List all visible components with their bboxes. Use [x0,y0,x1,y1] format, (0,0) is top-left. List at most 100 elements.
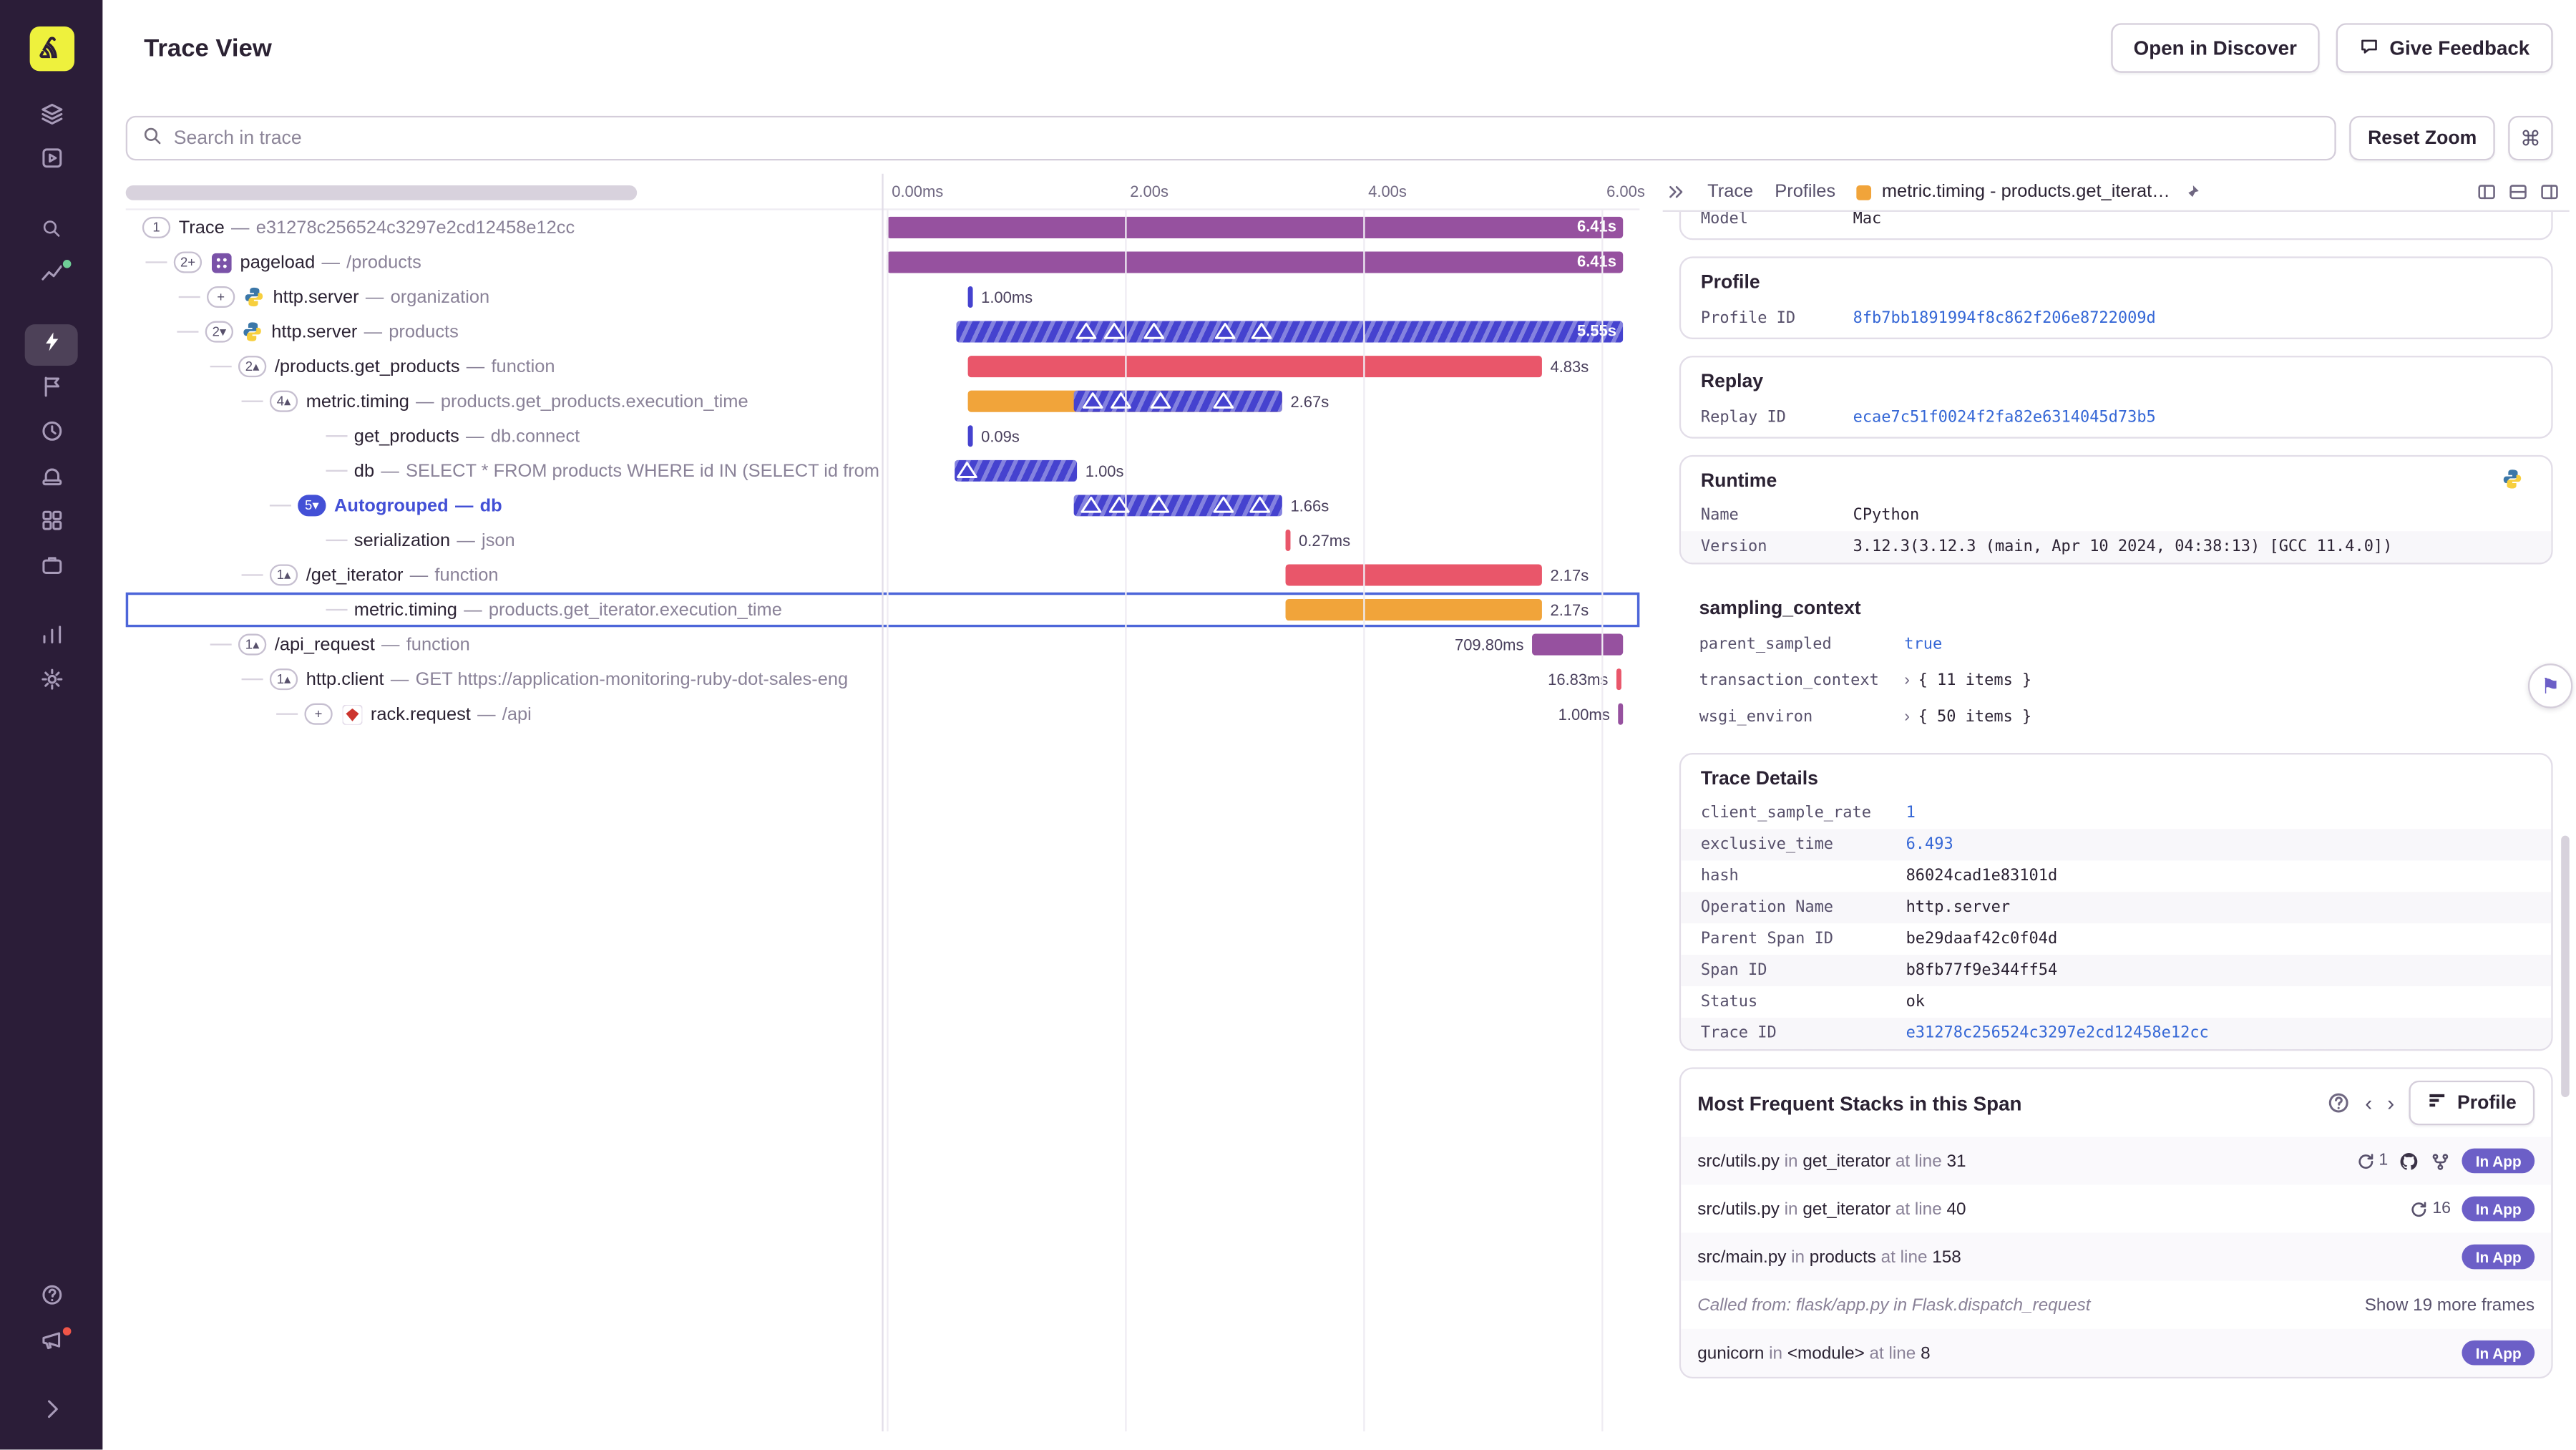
tab-active-span-detail[interactable]: metric.timing - products.get_iterat… [1857,182,2200,202]
performance-issue-icon[interactable] [1075,321,1097,341]
span-duration-bar[interactable] [1532,633,1624,656]
row-expand-badge[interactable]: + [207,286,235,308]
tab-profiles[interactable]: Profiles [1775,182,1835,202]
performance-issue-icon[interactable] [1103,321,1125,341]
span-duration-bar[interactable] [1285,564,1542,586]
show-more-frames-link[interactable]: Show 19 more frames [2365,1295,2535,1315]
performance-issue-icon[interactable] [1150,391,1171,411]
layout-left-icon[interactable] [2477,182,2497,202]
row-expand-badge[interactable]: 1 [142,216,171,238]
kv-value-link[interactable]: 8fb7bb1891994f8c862f206e8722009d [1853,308,2156,331]
sidebar-item-settings[interactable] [25,662,78,704]
row-expand-badge[interactable]: 4▴ [269,390,298,412]
layout-right-icon[interactable] [2540,182,2560,202]
performance-issue-icon[interactable] [1213,495,1234,515]
feedback-flag-button[interactable]: ⚑ [2527,663,2573,709]
kv-value-link[interactable]: ecae7c51f0024f2fa82e6314045d73b5 [1853,407,2156,430]
sentry-logo[interactable] [29,26,74,72]
in-app-badge[interactable]: In App [2462,1196,2535,1222]
stacks-next-button[interactable]: › [2387,1092,2394,1114]
notification-dot [61,258,73,270]
performance-issue-icon[interactable] [1082,391,1103,411]
sidebar-item-metrics[interactable] [25,617,78,658]
expand-chevron-icon[interactable]: › [1904,670,1910,693]
span-op: http.server [271,321,358,342]
shortcut-button[interactable]: ⌘ [2508,115,2553,161]
stacks-prev-button[interactable]: ‹ [2365,1092,2372,1114]
kv-key: parent_sampled [1699,635,1832,654]
performance-issue-icon[interactable] [1214,321,1236,341]
sidebar-item-alerts[interactable] [25,458,78,500]
sidebar-item-projects[interactable] [25,141,78,183]
sidebar-item-dashboards[interactable] [25,503,78,545]
performance-issue-icon[interactable] [1108,495,1130,515]
reset-zoom-button[interactable]: Reset Zoom [2349,115,2495,161]
search-input[interactable]: Search in trace [125,115,2337,161]
fork-icon[interactable] [2431,1151,2451,1171]
row-expand-badge[interactable]: 2▾ [205,321,234,343]
row-expand-badge[interactable]: 2▴ [238,356,267,378]
span-duration-bar[interactable] [1285,529,1291,551]
pin-icon[interactable] [2182,183,2200,200]
row-expand-badge[interactable]: + [304,703,333,725]
horizontal-scrollbar-thumb[interactable] [125,185,638,200]
sidebar-item-issues[interactable] [25,96,78,137]
sidebar-item-search[interactable] [25,210,78,252]
frame-text: at line [1875,1247,1933,1267]
performance-issue-icon[interactable] [1213,391,1234,411]
span-duration-bar[interactable] [967,356,1542,378]
sidebar-item-performance[interactable] [24,324,78,366]
sidebar-item-collapse[interactable] [25,1392,78,1434]
performance-issue-icon[interactable] [1251,321,1272,341]
performance-issue-icon[interactable] [1080,495,1102,515]
profile-button[interactable]: Profile [2409,1080,2535,1126]
sidebar-item-help[interactable] [25,1278,78,1319]
trace-row-label: serialization — json [126,523,882,558]
span-duration-bar[interactable] [1616,668,1621,691]
row-expand-badge[interactable]: 1▴ [238,633,267,656]
vertical-scrollbar-thumb[interactable] [2561,835,2570,1097]
span-duration-bar[interactable] [967,286,973,308]
performance-issue-icon[interactable] [956,460,977,480]
sidebar-item-releases[interactable] [25,369,78,411]
tab-trace[interactable]: Trace [1707,182,1753,202]
stack-frame-row[interactable]: src/main.py in products at line 158 In Ap… [1681,1232,2552,1281]
span-duration-bar[interactable] [1285,598,1542,621]
sidebar-item-crons[interactable] [25,414,78,455]
sidebar-item-briefcase[interactable] [25,548,78,589]
row-expand-badge[interactable]: 1▴ [269,668,298,691]
github-icon[interactable] [2399,1151,2419,1171]
performance-issue-icon[interactable] [1148,495,1170,515]
row-expand-badge[interactable]: 1▴ [269,564,298,586]
trace-row-label: metric.timing — products.get_iterator.exec… [126,593,882,628]
stack-frame-row[interactable]: src/utils.py in get_iterator at line 31 1… [1681,1137,2552,1185]
kv-value-link[interactable]: e31278c256524c3297e2cd12458e12cc [1906,1022,2209,1045]
in-app-badge[interactable]: In App [2462,1340,2535,1366]
trace-row-label: db — SELECT * FROM products WHERE id IN (S… [126,454,882,489]
open-in-discover-button[interactable]: Open in Discover [2110,23,2321,73]
row-expand-badge[interactable]: 2+ [173,251,203,273]
help-circle-icon[interactable] [2326,1091,2351,1116]
performance-issue-icon[interactable] [1143,321,1165,341]
span-duration-bar[interactable]: 5.55s [956,321,1624,343]
performance-issue-icon[interactable] [1110,391,1131,411]
layout-bottom-icon[interactable] [2508,182,2528,202]
chevrons-right-icon[interactable] [1666,182,1686,202]
expand-chevron-icon[interactable]: › [1904,706,1910,729]
kv-key: Profile ID [1700,309,1796,328]
span-duration-bar[interactable] [967,425,973,447]
span-op: Trace [178,218,225,238]
stack-frame-row[interactable]: gunicorn in <module> at line 8 In App [1681,1328,2552,1377]
span-duration-bar[interactable] [1618,703,1624,725]
span-duration-bar[interactable]: 6.41s [887,251,1624,273]
in-app-badge[interactable]: In App [2462,1244,2535,1270]
row-expand-badge[interactable]: 5▾ [298,495,326,517]
sidebar-item-stats[interactable] [25,255,78,296]
sidebar-item-whats-new[interactable] [25,1322,78,1363]
in-app-badge[interactable]: In App [2462,1148,2535,1174]
stack-frame-row[interactable]: Called from: flask/app.py in Flask.dispa… [1681,1281,2551,1329]
span-duration-bar[interactable]: 6.41s [887,216,1624,238]
performance-issue-icon[interactable] [1249,495,1271,515]
give-feedback-button[interactable]: Give Feedback [2336,23,2553,73]
stack-frame-row[interactable]: src/utils.py in get_iterator at line 40 1… [1681,1184,2551,1232]
